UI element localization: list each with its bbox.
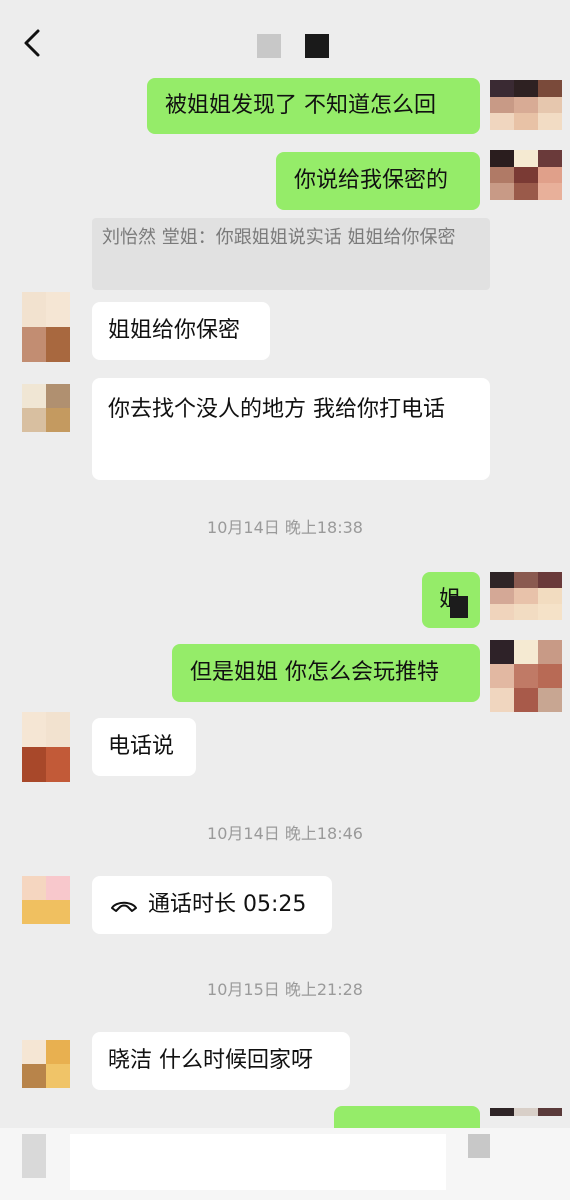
voice-toggle-redacted[interactable] (22, 1134, 46, 1178)
avatar-self[interactable] (490, 80, 562, 130)
call-record-bubble[interactable]: 通话时长 05:25 (92, 876, 332, 934)
chat-header (0, 0, 570, 76)
emoji-button-redacted[interactable] (468, 1134, 490, 1158)
quoted-message: 刘怡然 堂姐：你跟姐姐说实话 姐姐给你保密 (92, 218, 490, 290)
message-bubble-sent[interactable]: 你说给我保密的 (276, 152, 480, 210)
message-text: 被姐姐发现了 不知道怎么回 (165, 93, 436, 118)
message-text: 但是姐姐 你怎么会玩推特 (190, 660, 439, 685)
message-bubble-received[interactable]: 姐姐给你保密 (92, 302, 270, 360)
avatar-contact[interactable] (22, 384, 70, 432)
avatar-contact[interactable] (22, 712, 70, 782)
timestamp: 10月14日 晚上18:38 (207, 518, 363, 537)
timestamp: 10月15日 晚上21:28 (207, 980, 363, 999)
call-duration: 通话时长 05:25 (148, 892, 307, 917)
message-text: 电话说 (108, 734, 175, 759)
message-bubble-received[interactable]: 晓洁 什么时候回家呀 (92, 1032, 350, 1090)
message-bubble-received[interactable]: 电话说 (92, 718, 196, 776)
avatar-contact[interactable] (22, 292, 70, 362)
quoted-text: 刘怡然 堂姐：你跟姐姐说实话 姐姐给你保密 (102, 227, 456, 248)
message-text: 姐姐给你保密 (108, 318, 241, 343)
message-text: 晓洁 什么时候回家呀 (108, 1048, 313, 1073)
message-input[interactable] (70, 1134, 446, 1190)
chat-title-redacted (257, 34, 329, 58)
message-bubble-received[interactable]: 你去找个没人的地方 我给你打电话 (92, 378, 490, 480)
avatar-contact[interactable] (22, 876, 70, 924)
avatar-self[interactable] (490, 640, 562, 712)
message-text: 你去找个没人的地方 我给你打电话 (108, 397, 445, 422)
avatar-self[interactable] (490, 150, 562, 200)
message-bubble-sent[interactable]: 被姐姐发现了 不知道怎么回 (147, 78, 480, 134)
message-text: 你说给我保密的 (294, 168, 449, 193)
avatar-contact[interactable] (22, 1040, 70, 1088)
redaction-block (450, 596, 468, 618)
phone-icon (111, 901, 137, 912)
chevron-left-icon[interactable] (20, 28, 46, 58)
message-bubble-sent[interactable]: 但是姐姐 你怎么会玩推特 (172, 644, 480, 702)
timestamp: 10月14日 晚上18:46 (207, 824, 363, 843)
avatar-self[interactable] (490, 572, 562, 620)
